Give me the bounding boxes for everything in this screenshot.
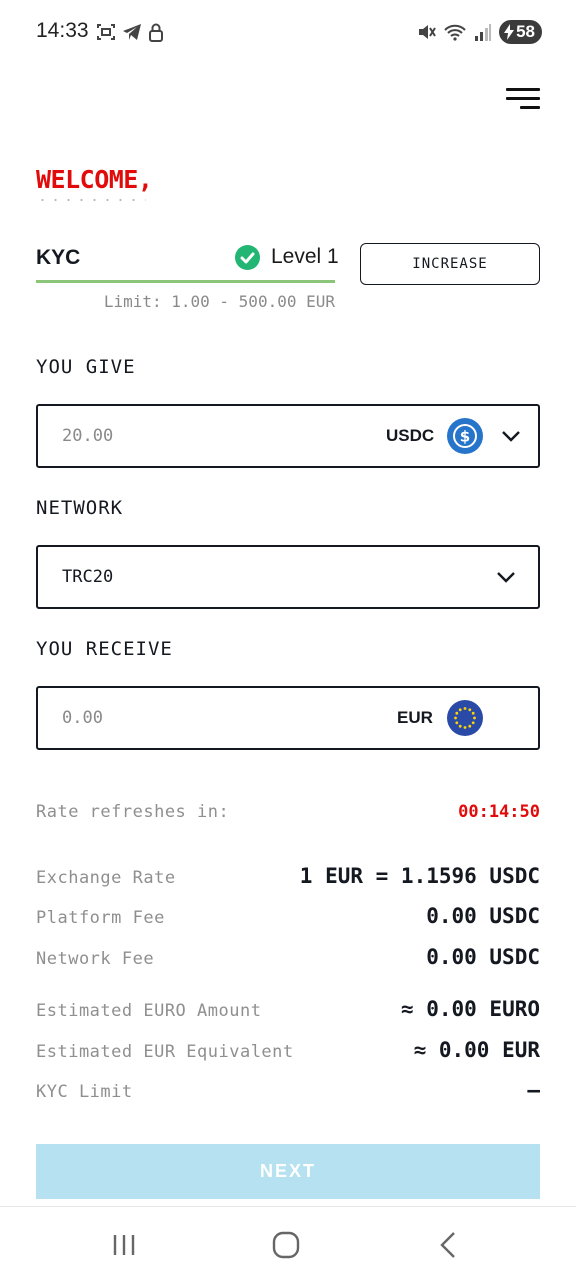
- screenshot-icon: [97, 24, 115, 40]
- detail-value: ≈ 0.00 EURO: [400, 997, 540, 1021]
- detail-value: –: [527, 1078, 540, 1102]
- detail-row: KYC Limit –: [36, 1078, 540, 1108]
- telegram-icon: [123, 24, 141, 40]
- check-circle-icon: [235, 245, 260, 270]
- network-value: TRC20: [62, 567, 114, 587]
- status-icons-right: 58: [416, 20, 542, 44]
- you-give-label: YOU GIVE: [36, 356, 136, 378]
- network-label: NETWORK: [36, 497, 124, 519]
- detail-value: 0.00 USDC: [426, 904, 540, 928]
- menu-icon: [506, 88, 540, 91]
- increase-button[interactable]: INCREASE: [360, 243, 540, 285]
- detail-label: Platform Fee: [36, 908, 165, 928]
- detail-label: Network Fee: [36, 949, 155, 969]
- you-receive-currency: EUR: [397, 708, 433, 727]
- kyc-level: Level 1: [271, 245, 339, 268]
- detail-row: Estimated EUR Equivalent ≈ 0.00 EUR: [36, 1038, 540, 1068]
- username-obscured: [36, 198, 146, 202]
- detail-label: Estimated EUR Equivalent: [36, 1042, 294, 1062]
- back-icon[interactable]: [428, 1229, 468, 1261]
- you-receive-label: YOU RECEIVE: [36, 638, 173, 660]
- you-receive-amount[interactable]: 0.00: [62, 708, 103, 728]
- detail-row: Estimated EURO Amount ≈ 0.00 EURO: [36, 997, 540, 1027]
- chevron-down-icon[interactable]: [494, 565, 518, 589]
- kyc-limit-text: Limit: 1.00 - 500.00 EUR: [103, 292, 335, 311]
- status-icons-left: [96, 22, 164, 42]
- detail-value: 1 EUR = 1.1596 USDC: [299, 864, 540, 888]
- lock-icon: [149, 23, 163, 42]
- you-give-amount[interactable]: 20.00: [62, 426, 113, 446]
- you-give-currency: USDC: [386, 426, 435, 445]
- charging-icon: [504, 24, 515, 40]
- detail-row: Platform Fee 0.00 USDC: [36, 904, 540, 934]
- you-give-field[interactable]: 20.00 USDC $: [36, 404, 540, 468]
- you-receive-field[interactable]: 0.00 EUR: [36, 686, 540, 750]
- recent-apps-icon[interactable]: [104, 1229, 144, 1261]
- detail-value: ≈ 0.00 EUR: [413, 1038, 540, 1062]
- welcome-heading: WELCOME,: [36, 165, 153, 194]
- rate-refresh-label: Rate refreshes in:: [36, 802, 230, 822]
- mute-icon: [419, 25, 436, 39]
- wifi-icon: [444, 24, 466, 41]
- menu-icon-line: [506, 97, 540, 100]
- detail-label: Exchange Rate: [36, 868, 176, 888]
- detail-label: Estimated EURO Amount: [36, 1001, 262, 1021]
- rate-refresh-timer: 00:14:50: [458, 802, 540, 822]
- status-bar: 14:33 58: [0, 0, 576, 64]
- detail-row: Exchange Rate 1 EUR = 1.1596 USDC: [36, 864, 540, 894]
- battery-level: 58: [516, 22, 535, 41]
- system-nav-bar: [0, 1206, 576, 1280]
- detail-row: Network Fee 0.00 USDC: [36, 945, 540, 975]
- usdc-coin-icon: $: [447, 418, 483, 454]
- home-icon[interactable]: [266, 1229, 306, 1261]
- menu-icon-line: [520, 106, 540, 109]
- rate-refresh-row: Rate refreshes in: 00:14:50: [36, 798, 540, 828]
- chevron-down-icon[interactable]: [499, 424, 523, 448]
- detail-value: 0.00 USDC: [426, 945, 540, 969]
- network-select[interactable]: TRC20: [36, 545, 540, 609]
- menu-button[interactable]: [506, 88, 542, 112]
- status-time: 14:33: [36, 19, 89, 42]
- signal-icon: [475, 24, 492, 41]
- eur-coin-icon: [447, 700, 483, 736]
- svg-text:$: $: [460, 428, 470, 446]
- kyc-progress-bar: [36, 280, 335, 283]
- battery-indicator: 58: [499, 20, 542, 44]
- next-button[interactable]: NEXT: [36, 1144, 540, 1199]
- detail-label: KYC Limit: [36, 1082, 133, 1102]
- kyc-label: KYC: [36, 246, 81, 269]
